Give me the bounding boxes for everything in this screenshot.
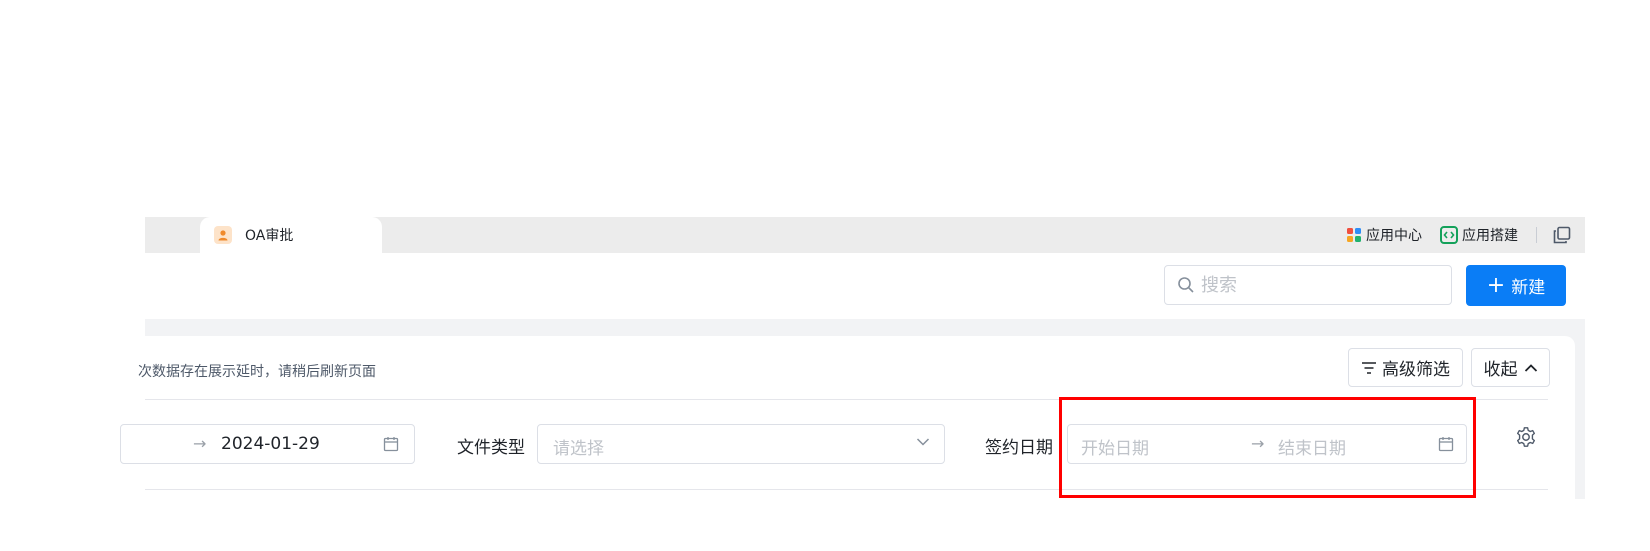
date-range-end-value: 2024-01-29 (221, 434, 320, 454)
date-range-picker[interactable]: → 2024-01-29 (120, 424, 415, 464)
collapse-button[interactable]: 收起 (1471, 348, 1550, 387)
tab-oa-approval[interactable]: OA审批 (200, 217, 382, 253)
range-arrow-icon: → (193, 434, 207, 453)
advanced-filter-label: 高级筛选 (1382, 360, 1450, 380)
search-box[interactable] (1164, 265, 1452, 305)
app-grid-icon (1347, 228, 1361, 242)
app-builder-link[interactable]: 应用搭建 (1440, 225, 1518, 245)
tab-label: OA审批 (245, 228, 294, 244)
sign-date-label: 签约日期 (985, 438, 1053, 458)
window-icon[interactable] (1553, 226, 1571, 244)
app-center-link[interactable]: 应用中心 (1346, 225, 1422, 245)
app-center-label: 应用中心 (1366, 228, 1422, 244)
plus-icon: + (1486, 272, 1506, 298)
search-icon (1178, 277, 1194, 293)
advanced-filter-button[interactable]: 高级筛选 (1348, 348, 1463, 387)
new-button-label: 新建 (1511, 278, 1546, 298)
chevron-up-icon (1524, 363, 1537, 372)
gear-icon[interactable] (1515, 426, 1537, 448)
code-icon (1440, 226, 1458, 244)
app-builder-label: 应用搭建 (1462, 228, 1518, 244)
chevron-down-icon (916, 438, 930, 446)
filter-icon (1362, 361, 1376, 374)
calendar-icon (383, 437, 399, 452)
file-type-placeholder: 请选择 (553, 439, 604, 459)
file-type-label: 文件类型 (457, 438, 525, 458)
person-avatar-icon (214, 226, 232, 244)
collapse-label: 收起 (1483, 360, 1518, 380)
highlight-box (1059, 397, 1476, 498)
divider (1536, 227, 1537, 243)
file-type-select[interactable]: 请选择 (537, 424, 945, 464)
new-button[interactable]: + 新建 (1466, 265, 1566, 306)
notice-text: 次数据存在展示延时，请稍后刷新页面 (138, 364, 376, 380)
search-input[interactable] (1201, 274, 1431, 296)
